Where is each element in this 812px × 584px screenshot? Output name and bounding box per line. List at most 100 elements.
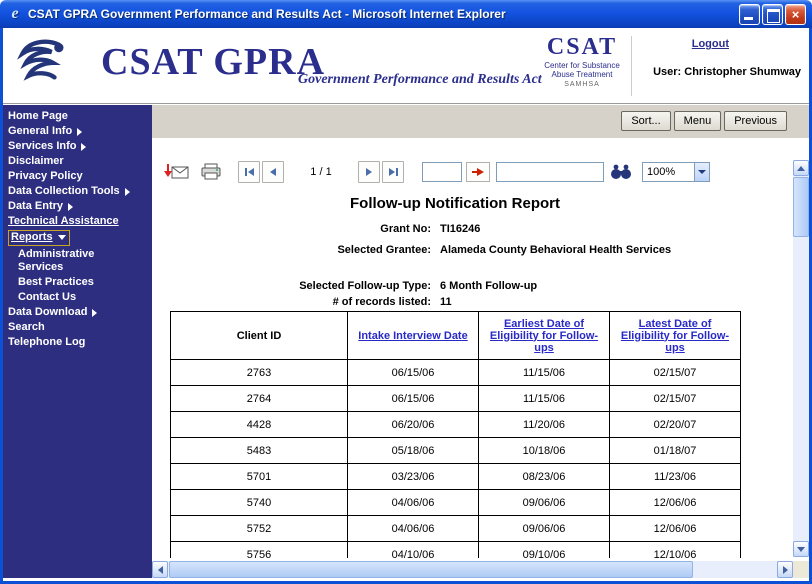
- sidebar-item-data-download[interactable]: Data Download: [3, 305, 152, 320]
- sidebar-item-label: General Info: [8, 125, 72, 138]
- triangle-left-icon: [270, 168, 276, 176]
- column-header-earliest-eligibility[interactable]: Earliest Date of Eligibility for Follow-…: [479, 312, 610, 360]
- search-text-input[interactable]: [496, 162, 604, 182]
- column-header-link[interactable]: Latest Date of Eligibility for Follow-up…: [620, 318, 730, 354]
- cell-intake-date: 06/15/06: [348, 360, 479, 386]
- go-to-page-button[interactable]: [466, 162, 490, 182]
- sidebar-item-label: Administrative Services: [18, 248, 110, 274]
- cell-client-id: 4428: [171, 412, 348, 438]
- previous-button[interactable]: Previous: [724, 111, 787, 131]
- zoom-select[interactable]: 100%: [642, 162, 710, 182]
- cell-earliest-date: 09/10/06: [479, 542, 610, 559]
- field-value: 6 Month Follow-up: [440, 280, 537, 292]
- table-row: 2763 06/15/06 11/15/06 02/15/07: [171, 360, 741, 386]
- hhs-logo-icon: [11, 36, 69, 94]
- export-button[interactable]: [162, 160, 192, 184]
- field-label: # of records listed:: [152, 296, 431, 308]
- column-header-intake-interview-date[interactable]: Intake Interview Date: [348, 312, 479, 360]
- cell-intake-date: 04/06/06: [348, 490, 479, 516]
- sidebar-item-label: Best Practices: [18, 276, 94, 289]
- menu-button[interactable]: Menu: [674, 111, 722, 131]
- sidebar-item-best-practices[interactable]: Best Practices: [3, 275, 152, 290]
- csat-logo-line1: Center for Substance: [541, 61, 623, 70]
- triangle-left-icon: [248, 168, 254, 176]
- field-value: 11: [440, 296, 452, 308]
- cell-latest-date: 12/06/06: [610, 516, 741, 542]
- table-row: 5756 04/10/06 09/10/06 12/10/06: [171, 542, 741, 559]
- sidebar-item-search[interactable]: Search: [3, 320, 152, 335]
- sidebar-item-administrative-services[interactable]: Administrative Services: [3, 247, 152, 275]
- column-header-link[interactable]: Earliest Date of Eligibility for Follow-…: [489, 318, 599, 354]
- action-bar: Sort... Menu Previous: [152, 105, 809, 138]
- chevron-down-icon: [58, 235, 66, 240]
- close-button[interactable]: ×: [785, 4, 806, 25]
- field-value: Alameda County Behavioral Health Service…: [440, 244, 671, 256]
- sidebar-item-label: Technical Assistance: [8, 215, 119, 228]
- cell-earliest-date: 10/18/06: [479, 438, 610, 464]
- sidebar-item-services-info[interactable]: Services Info: [3, 139, 152, 154]
- column-header-latest-eligibility[interactable]: Latest Date of Eligibility for Follow-up…: [610, 312, 741, 360]
- csat-logo-name: CSAT: [541, 34, 623, 61]
- scroll-down-button[interactable]: [793, 541, 809, 557]
- scroll-right-button[interactable]: [777, 561, 793, 578]
- prev-page-button[interactable]: [262, 161, 284, 183]
- report-field-grant-no: Grant No: TI16246: [152, 223, 777, 235]
- logout-link[interactable]: Logout: [692, 38, 729, 50]
- sidebar-item-data-entry[interactable]: Data Entry: [3, 199, 152, 214]
- horizontal-scrollbar[interactable]: [152, 561, 793, 578]
- sidebar-item-label: Disclaimer: [8, 155, 64, 168]
- vertical-scrollbar[interactable]: [793, 160, 809, 557]
- page-number-input[interactable]: [422, 162, 462, 182]
- cell-intake-date: 06/20/06: [348, 412, 479, 438]
- scrollbar-corner: [793, 561, 809, 578]
- cell-client-id: 2763: [171, 360, 348, 386]
- column-header-link[interactable]: Intake Interview Date: [358, 330, 468, 342]
- find-button[interactable]: [608, 160, 634, 184]
- vertical-scroll-thumb[interactable]: [793, 177, 809, 237]
- sidebar-item-contact-us[interactable]: Contact Us: [3, 290, 152, 305]
- cell-latest-date: 01/18/07: [610, 438, 741, 464]
- cell-intake-date: 05/18/06: [348, 438, 479, 464]
- chevron-right-icon: [81, 143, 86, 151]
- ie-icon: e: [6, 5, 24, 23]
- minimize-button[interactable]: [739, 4, 760, 25]
- report-field-selected-grantee: Selected Grantee: Alameda County Behavio…: [152, 244, 777, 256]
- maximize-button[interactable]: [762, 4, 783, 25]
- cell-latest-date: 02/15/07: [610, 386, 741, 412]
- next-page-button[interactable]: [358, 161, 380, 183]
- sort-button[interactable]: Sort...: [621, 111, 670, 131]
- cell-client-id: 5752: [171, 516, 348, 542]
- scroll-left-button[interactable]: [152, 561, 168, 578]
- cell-earliest-date: 09/06/06: [479, 490, 610, 516]
- arrow-down-icon: [797, 547, 805, 552]
- cell-latest-date: 02/20/07: [610, 412, 741, 438]
- sidebar-item-disclaimer[interactable]: Disclaimer: [3, 154, 152, 169]
- first-page-icon: [245, 168, 247, 176]
- zoom-dropdown-button[interactable]: [694, 163, 709, 181]
- last-page-button[interactable]: [382, 161, 404, 183]
- scroll-up-button[interactable]: [793, 160, 809, 176]
- print-button[interactable]: [196, 160, 226, 184]
- sidebar-item-general-info[interactable]: General Info: [3, 124, 152, 139]
- sidebar-item-home-page[interactable]: Home Page: [3, 109, 152, 124]
- brand-subtitle: Government Performance and Results Act: [298, 72, 542, 88]
- sidebar-item-technical-assistance[interactable]: Technical Assistance: [3, 214, 152, 229]
- first-page-button[interactable]: [238, 161, 260, 183]
- table-row: 5483 05/18/06 10/18/06 01/18/07: [171, 438, 741, 464]
- sidebar-item-telephone-log[interactable]: Telephone Log: [3, 335, 152, 350]
- horizontal-scroll-thumb[interactable]: [169, 561, 693, 578]
- sidebar-item-privacy-policy[interactable]: Privacy Policy: [3, 169, 152, 184]
- cell-intake-date: 03/23/06: [348, 464, 479, 490]
- cell-intake-date: 04/10/06: [348, 542, 479, 559]
- window-title: CSAT GPRA Government Performance and Res…: [28, 7, 737, 21]
- samhsa-label: SAMHSA: [541, 81, 623, 88]
- sidebar-item-data-collection-tools[interactable]: Data Collection Tools: [3, 184, 152, 199]
- field-label: Grant No:: [152, 223, 431, 235]
- report-field-followup-type: Selected Follow-up Type: 6 Month Follow-…: [152, 280, 777, 292]
- sidebar-item-label: Search: [8, 321, 45, 334]
- table-row: 4428 06/20/06 11/20/06 02/20/07: [171, 412, 741, 438]
- chevron-right-icon: [92, 309, 97, 317]
- header-divider: [631, 36, 632, 96]
- sidebar-item-label: Telephone Log: [8, 336, 85, 349]
- sidebar-item-reports[interactable]: Reports: [3, 229, 152, 247]
